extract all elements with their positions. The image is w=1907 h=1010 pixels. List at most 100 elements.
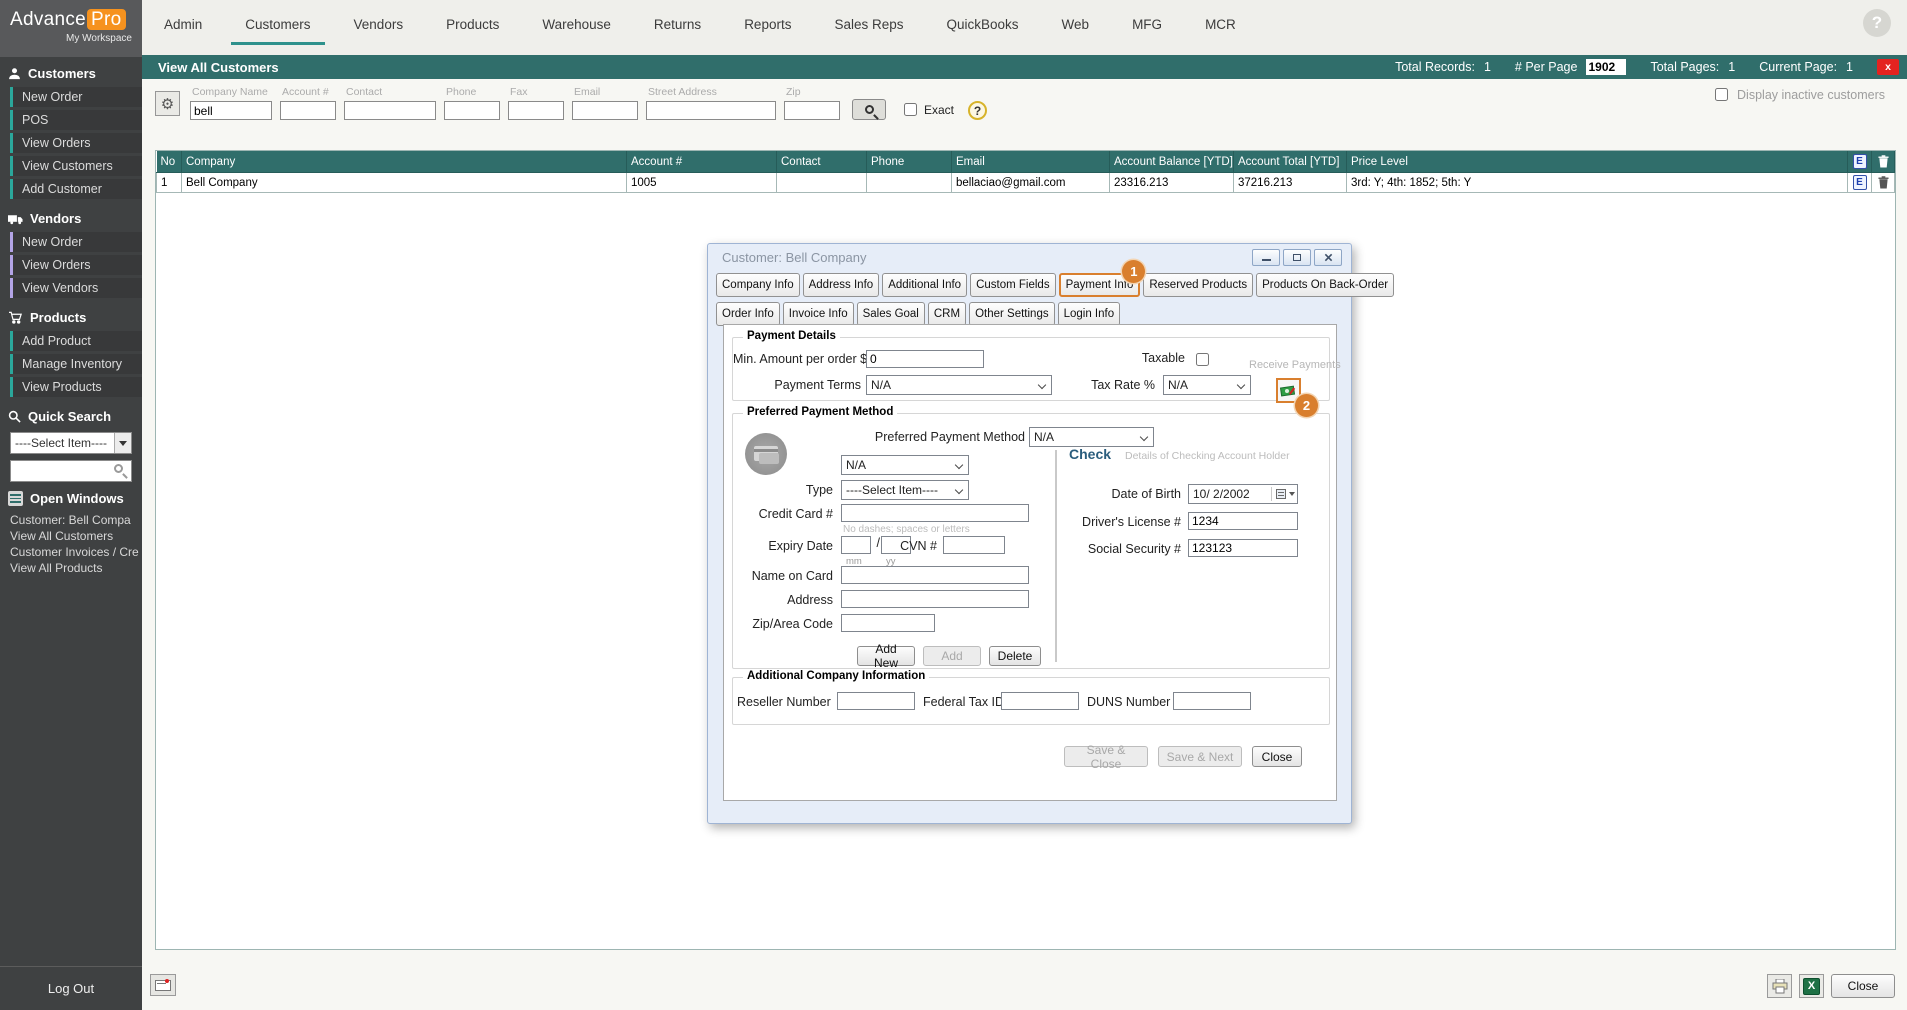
col-balance[interactable]: Account Balance [YTD] xyxy=(1110,151,1234,173)
minimize-button[interactable] xyxy=(1252,249,1280,266)
save-and-next-button[interactable]: Save & Next xyxy=(1158,746,1242,767)
nav-tab-vendors[interactable]: Vendors xyxy=(344,0,414,50)
exact-checkbox[interactable] xyxy=(904,103,917,116)
open-window-view-all-customers[interactable]: View All Customers xyxy=(0,528,142,544)
sidebar-item-add-customer[interactable]: Add Customer xyxy=(10,179,142,199)
preferred-method-select[interactable]: N/A xyxy=(1029,427,1154,447)
search-button[interactable] xyxy=(852,99,886,120)
dialog-title-bar[interactable]: Customer: Bell Company xyxy=(708,244,1351,270)
nav-tab-mcr[interactable]: MCR xyxy=(1195,0,1246,50)
sidebar-item-view-orders[interactable]: View Orders xyxy=(10,133,142,153)
tab-products-on-back-order[interactable]: Products On Back-Order xyxy=(1256,273,1394,297)
sidebar-item-manage-inventory[interactable]: Manage Inventory xyxy=(10,354,142,374)
social-security-input[interactable] xyxy=(1188,539,1298,557)
close-page-footer-button[interactable]: Close xyxy=(1831,974,1895,998)
quick-search-select[interactable]: ----Select Item---- xyxy=(10,432,132,454)
email-button[interactable] xyxy=(150,974,176,996)
federal-tax-id-input[interactable] xyxy=(1001,692,1079,710)
close-dialog-button[interactable] xyxy=(1314,249,1342,266)
logout-button[interactable]: Log Out xyxy=(0,966,142,1010)
delete-row-button[interactable] xyxy=(1878,176,1889,189)
tab-payment-info[interactable]: Payment Info 1 xyxy=(1059,273,1141,297)
tab-login-info[interactable]: Login Info xyxy=(1058,302,1121,326)
filter-account-input[interactable] xyxy=(280,101,336,120)
tab-sales-goal[interactable]: Sales Goal xyxy=(857,302,925,326)
print-button[interactable] xyxy=(1767,974,1792,998)
sidebar-item-vendor-view-orders[interactable]: View Orders xyxy=(10,255,142,275)
zip-area-code-input[interactable] xyxy=(841,614,935,632)
credit-card-number-input[interactable] xyxy=(841,504,1029,522)
filter-help-icon[interactable]: ? xyxy=(968,101,987,120)
nav-tab-products[interactable]: Products xyxy=(436,0,509,50)
settings-button[interactable]: ⚙ xyxy=(155,91,180,116)
col-contact[interactable]: Contact xyxy=(777,151,867,173)
tab-reserved-products[interactable]: Reserved Products xyxy=(1143,273,1253,297)
card-address-input[interactable] xyxy=(841,590,1029,608)
col-company[interactable]: Company xyxy=(182,151,627,173)
save-and-close-button[interactable]: Save & Close xyxy=(1064,746,1148,767)
maximize-button[interactable] xyxy=(1283,249,1311,266)
open-window-customer-invoices[interactable]: Customer Invoices / Cre xyxy=(0,544,142,560)
nav-tab-quickbooks[interactable]: QuickBooks xyxy=(937,0,1029,50)
filter-contact-input[interactable] xyxy=(344,101,436,120)
tab-invoice-info[interactable]: Invoice Info xyxy=(783,302,854,326)
open-window-customer-bell[interactable]: Customer: Bell Compa xyxy=(0,512,142,528)
export-excel-button[interactable]: X xyxy=(1799,974,1824,998)
nav-tab-reports[interactable]: Reports xyxy=(734,0,801,50)
open-window-view-all-products[interactable]: View All Products xyxy=(0,560,142,576)
close-page-button[interactable]: x xyxy=(1877,59,1899,75)
sidebar-item-view-products[interactable]: View Products xyxy=(10,377,142,397)
nav-tab-web[interactable]: Web xyxy=(1052,0,1100,50)
tab-order-info[interactable]: Order Info xyxy=(716,302,780,326)
nav-tab-warehouse[interactable]: Warehouse xyxy=(532,0,621,50)
nav-tab-customers[interactable]: Customers xyxy=(235,0,320,50)
payment-terms-select[interactable]: N/A xyxy=(866,375,1052,395)
filter-fax-input[interactable] xyxy=(508,101,564,120)
cvn-input[interactable] xyxy=(943,536,1005,554)
filter-phone-input[interactable] xyxy=(444,101,500,120)
card-select[interactable]: N/A xyxy=(841,455,969,475)
filter-street-input[interactable] xyxy=(646,101,776,120)
sidebar-item-pos[interactable]: POS xyxy=(10,110,142,130)
add-button[interactable]: Add xyxy=(923,646,981,666)
calendar-button[interactable] xyxy=(1271,487,1295,501)
nav-tab-returns[interactable]: Returns xyxy=(644,0,711,50)
edit-row-button[interactable]: E xyxy=(1853,175,1867,190)
date-of-birth-input[interactable]: 10/ 2/2002 xyxy=(1188,484,1298,504)
display-inactive-checkbox[interactable] xyxy=(1715,88,1728,101)
tab-address-info[interactable]: Address Info xyxy=(803,273,880,297)
reseller-number-input[interactable] xyxy=(837,692,915,710)
col-no[interactable]: No xyxy=(157,151,182,173)
name-on-card-input[interactable] xyxy=(841,566,1029,584)
sidebar-item-view-customers[interactable]: View Customers xyxy=(10,156,142,176)
per-page-input[interactable] xyxy=(1586,59,1626,75)
close-dialog-footer-button[interactable]: Close xyxy=(1252,746,1302,767)
tab-company-info[interactable]: Company Info xyxy=(716,273,800,297)
nav-tab-sales-reps[interactable]: Sales Reps xyxy=(824,0,913,50)
col-total[interactable]: Account Total [YTD] xyxy=(1234,151,1347,173)
tab-additional-info[interactable]: Additional Info xyxy=(882,273,967,297)
add-new-button[interactable]: Add New xyxy=(857,646,915,666)
sidebar-item-new-order[interactable]: New Order xyxy=(10,87,142,107)
filter-company-input[interactable] xyxy=(190,101,272,120)
filter-zip-input[interactable] xyxy=(784,101,840,120)
tab-crm[interactable]: CRM xyxy=(928,302,966,326)
tab-other-settings[interactable]: Other Settings xyxy=(969,302,1055,326)
sidebar-item-vendor-new-order[interactable]: New Order xyxy=(10,232,142,252)
nav-tab-mfg[interactable]: MFG xyxy=(1122,0,1172,50)
expiry-month-input[interactable] xyxy=(841,536,871,554)
type-select[interactable]: ----Select Item---- xyxy=(841,480,969,500)
sidebar-item-add-product[interactable]: Add Product xyxy=(10,331,142,351)
col-price-level[interactable]: Price Level xyxy=(1347,151,1848,173)
filter-email-input[interactable] xyxy=(572,101,638,120)
delete-button[interactable]: Delete xyxy=(989,646,1041,666)
chevron-down-icon[interactable] xyxy=(114,433,131,453)
help-icon[interactable]: ? xyxy=(1863,9,1891,37)
nav-tab-admin[interactable]: Admin xyxy=(154,0,212,50)
tax-rate-select[interactable]: N/A xyxy=(1163,375,1251,395)
taxable-checkbox[interactable] xyxy=(1196,353,1209,366)
tab-custom-fields[interactable]: Custom Fields xyxy=(970,273,1056,297)
col-email[interactable]: Email xyxy=(952,151,1110,173)
quick-search-input[interactable] xyxy=(10,460,132,482)
min-amount-input[interactable] xyxy=(866,350,984,368)
